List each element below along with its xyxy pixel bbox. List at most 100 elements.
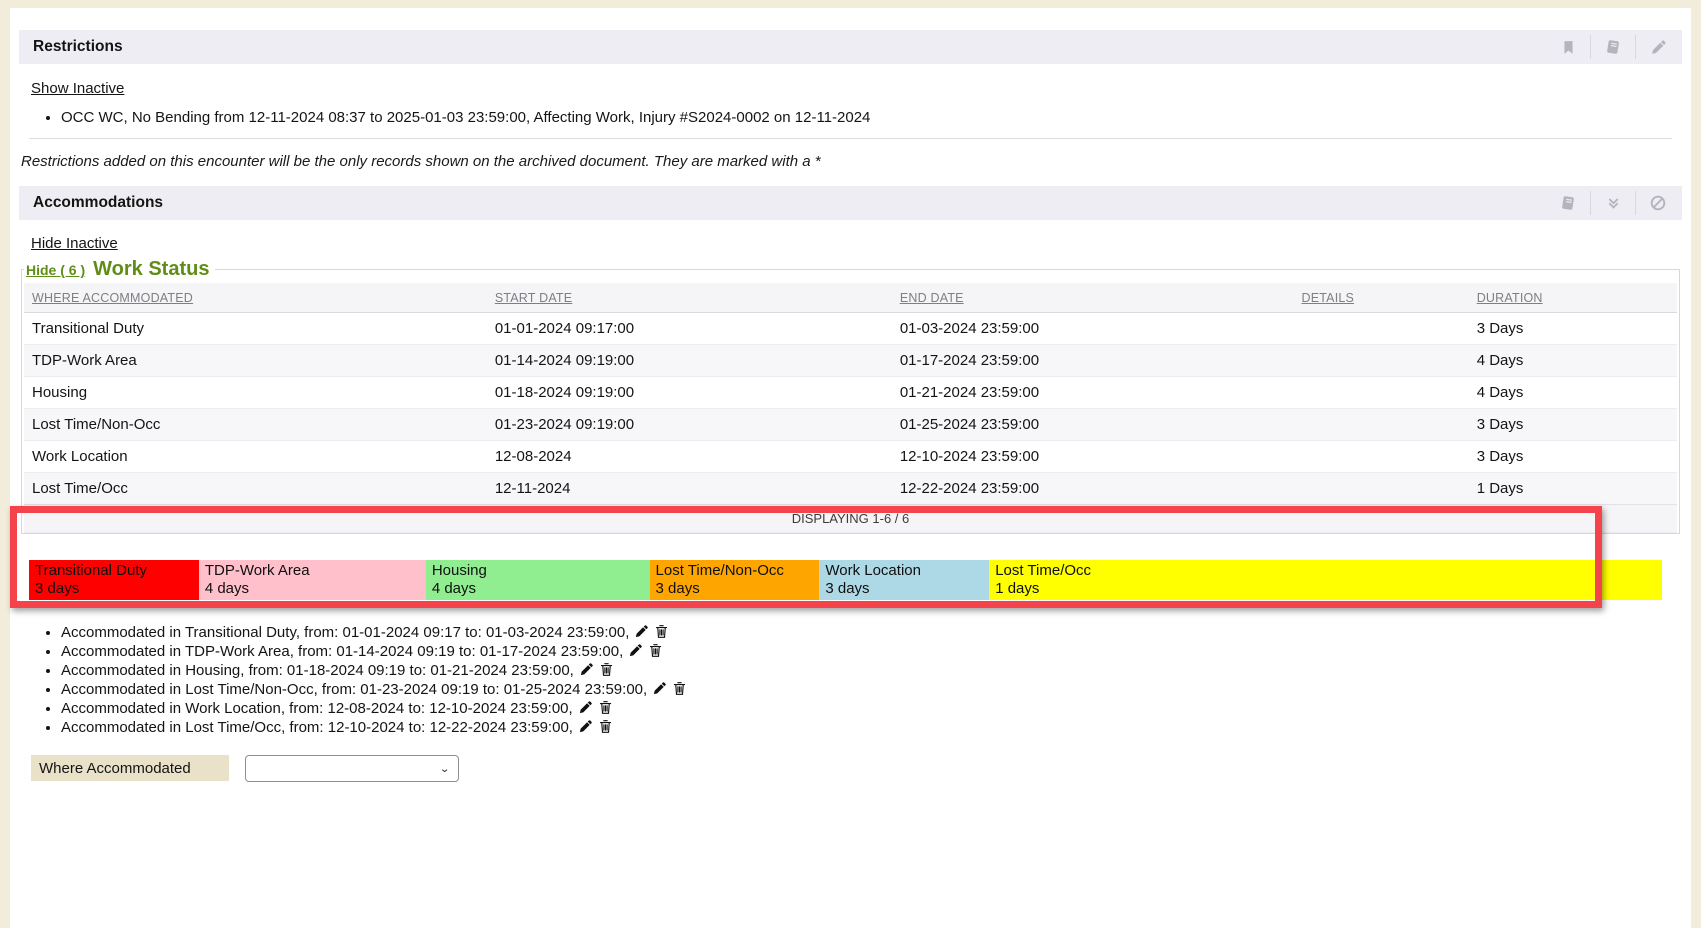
trash-icon[interactable]: [599, 662, 614, 677]
table-row[interactable]: Lost Time/Non-Occ01-23-2024 09:19:0001-2…: [24, 409, 1677, 441]
pencil-icon[interactable]: [634, 624, 649, 639]
pencil-icon[interactable]: [578, 719, 593, 734]
hide-inactive-link[interactable]: Hide Inactive: [31, 236, 118, 252]
entry-text: Accommodated in Housing, from: 01-18-202…: [61, 662, 574, 679]
cell-details: [1293, 473, 1468, 505]
table-row[interactable]: Transitional Duty01-01-2024 09:17:0001-0…: [24, 313, 1677, 345]
cell-details: [1293, 377, 1468, 409]
pencil-icon[interactable]: [628, 643, 643, 658]
timeline-segment-duration: 3 days: [825, 580, 989, 598]
restrictions-note: Restrictions added on this encounter wil…: [21, 154, 1682, 170]
trash-icon[interactable]: [648, 643, 663, 658]
cell-start-date: 01-18-2024 09:19:00: [487, 377, 892, 409]
column-header-start-date[interactable]: START DATE: [495, 291, 572, 305]
column-header-where-accommodated[interactable]: WHERE ACCOMMODATED: [32, 291, 193, 305]
timeline-segment-duration: 4 days: [432, 580, 650, 598]
cell-end-date: 12-10-2024 23:59:00: [892, 441, 1294, 473]
timeline-segment-duration: 3 days: [35, 580, 199, 598]
cell-duration: 3 Days: [1469, 441, 1677, 473]
hide-count-link[interactable]: Hide ( 6 ): [26, 262, 85, 278]
column-header-end-date[interactable]: END DATE: [900, 291, 964, 305]
accommodation-entry: Accommodated in Lost Time/Occ, from: 12-…: [61, 718, 1682, 737]
trash-icon[interactable]: [672, 681, 687, 696]
cell-duration: 3 Days: [1469, 409, 1677, 441]
cell-where: Work Location: [24, 441, 487, 473]
cell-details: [1293, 313, 1468, 345]
bookmark-icon[interactable]: [1556, 35, 1580, 59]
entry-text: Accommodated in TDP-Work Area, from: 01-…: [61, 643, 623, 660]
pencil-icon[interactable]: [579, 662, 594, 677]
trash-icon[interactable]: [598, 719, 613, 734]
timeline-segment-duration: 1 days: [995, 580, 1662, 598]
cell-start-date: 12-08-2024: [487, 441, 892, 473]
content-panel: Restrictions Show Inactive OCC WC, No Be…: [10, 8, 1691, 928]
accommodation-entries: Accommodated in Transitional Duty, from:…: [43, 623, 1682, 737]
divider: [29, 138, 1672, 139]
toolbar-separator: [1590, 191, 1591, 215]
trash-icon[interactable]: [598, 700, 613, 715]
table-row[interactable]: Work Location12-08-202412-10-2024 23:59:…: [24, 441, 1677, 473]
accommodations-header-bar: Accommodations: [19, 186, 1682, 220]
where-accommodated-form-row: Where Accommodated ⌄: [31, 755, 1682, 782]
accommodation-entry: Accommodated in Housing, from: 01-18-202…: [61, 661, 1682, 680]
show-inactive-link[interactable]: Show Inactive: [31, 81, 124, 97]
cell-where: Lost Time/Non-Occ: [24, 409, 487, 441]
cell-where: Transitional Duty: [24, 313, 487, 345]
accommodation-entry: Accommodated in TDP-Work Area, from: 01-…: [61, 642, 1682, 661]
cell-details: [1293, 441, 1468, 473]
restrictions-title: Restrictions: [33, 38, 123, 56]
accommodation-entry: Accommodated in Lost Time/Non-Occ, from:…: [61, 680, 1682, 699]
book-icon[interactable]: [1556, 191, 1580, 215]
table-row[interactable]: Housing01-18-2024 09:19:0001-21-2024 23:…: [24, 377, 1677, 409]
timeline-segment-duration: 3 days: [656, 580, 820, 598]
table-row[interactable]: TDP-Work Area01-14-2024 09:19:0001-17-20…: [24, 345, 1677, 377]
timeline-segment-label: Transitional Duty: [35, 562, 199, 580]
restriction-item: OCC WC, No Bending from 12-11-2024 08:37…: [61, 110, 1682, 126]
cell-where: Lost Time/Occ: [24, 473, 487, 505]
pencil-icon[interactable]: [652, 681, 667, 696]
cell-start-date: 01-14-2024 09:19:00: [487, 345, 892, 377]
collapse-double-chevron-icon[interactable]: [1601, 191, 1625, 215]
toolbar-separator: [1635, 35, 1636, 59]
cell-details: [1293, 409, 1468, 441]
column-header-duration[interactable]: DURATION: [1477, 291, 1543, 305]
ban-icon[interactable]: [1646, 191, 1670, 215]
where-accommodated-label: Where Accommodated: [31, 755, 229, 781]
accommodation-entry: Accommodated in Transitional Duty, from:…: [61, 623, 1682, 642]
restrictions-list: OCC WC, No Bending from 12-11-2024 08:37…: [43, 110, 1682, 126]
trash-icon[interactable]: [654, 624, 669, 639]
timeline-segment-label: TDP-Work Area: [205, 562, 426, 580]
toolbar-separator: [1590, 35, 1591, 59]
entry-text: Accommodated in Lost Time/Occ, from: 12-…: [61, 719, 573, 736]
entry-text: Accommodated in Transitional Duty, from:…: [61, 624, 629, 641]
timeline-segment: TDP-Work Area4 days: [199, 560, 426, 600]
table-row[interactable]: Lost Time/Occ12-11-202412-22-2024 23:59:…: [24, 473, 1677, 505]
restrictions-header-bar: Restrictions: [19, 30, 1682, 64]
cell-duration: 4 Days: [1469, 377, 1677, 409]
work-status-table: WHERE ACCOMMODATED START DATE END DATE D…: [24, 283, 1677, 533]
cell-start-date: 01-01-2024 09:17:00: [487, 313, 892, 345]
timeline-segment: Lost Time/Non-Occ3 days: [650, 560, 820, 600]
cell-start-date: 01-23-2024 09:19:00: [487, 409, 892, 441]
accommodations-toolbar: [1556, 191, 1670, 215]
column-header-details[interactable]: DETAILS: [1301, 291, 1354, 305]
timeline-segment: Transitional Duty3 days: [29, 560, 199, 600]
cell-duration: 4 Days: [1469, 345, 1677, 377]
cell-end-date: 01-17-2024 23:59:00: [892, 345, 1294, 377]
work-status-table-body: Transitional Duty01-01-2024 09:17:0001-0…: [24, 313, 1677, 505]
entry-text: Accommodated in Lost Time/Non-Occ, from:…: [61, 681, 647, 698]
timeline-segment: Housing4 days: [426, 560, 650, 600]
accommodation-timeline: Transitional Duty3 daysTDP-Work Area4 da…: [29, 560, 1662, 600]
table-header-row: WHERE ACCOMMODATED START DATE END DATE D…: [24, 283, 1677, 313]
pencil-icon[interactable]: [578, 700, 593, 715]
where-accommodated-select[interactable]: ⌄: [245, 755, 459, 782]
pencil-icon[interactable]: [1646, 35, 1670, 59]
toolbar-separator: [1635, 191, 1636, 215]
cell-end-date: 01-25-2024 23:59:00: [892, 409, 1294, 441]
accommodations-title: Accommodations: [33, 194, 163, 212]
chevron-down-icon: ⌄: [439, 762, 450, 775]
timeline-segment-duration: 4 days: [205, 580, 426, 598]
book-icon[interactable]: [1601, 35, 1625, 59]
cell-end-date: 01-21-2024 23:59:00: [892, 377, 1294, 409]
cell-details: [1293, 345, 1468, 377]
